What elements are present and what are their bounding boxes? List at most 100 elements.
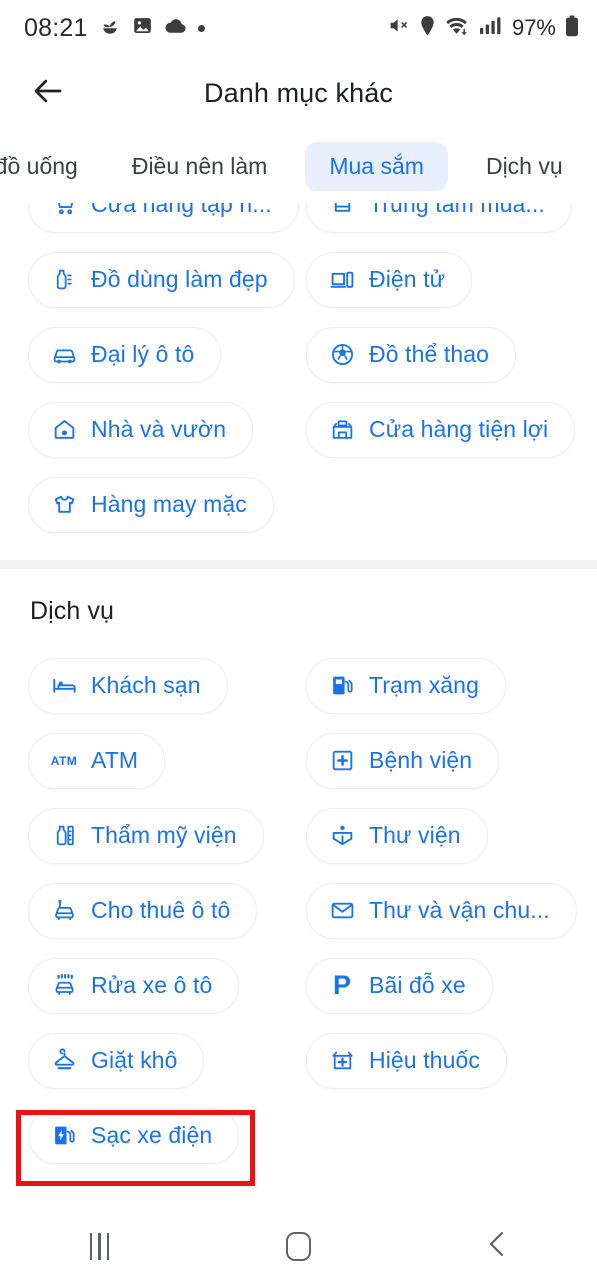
dot-icon — [197, 24, 205, 32]
chip-label: Khách sạn — [91, 672, 201, 698]
recents-icon — [89, 1233, 110, 1260]
chip-label: Thư và vận chu... — [369, 897, 550, 923]
car-dealer-icon — [51, 342, 77, 368]
chip-electronics[interactable]: Điện tử — [306, 251, 473, 308]
back-button[interactable] — [18, 64, 78, 124]
chip-label: ATM — [91, 747, 139, 773]
location-icon — [419, 15, 436, 42]
chip-mail-shipping[interactable]: Thư và vận chu... — [306, 882, 577, 939]
chip-cell: Đồ dùng làm đẹp — [0, 251, 303, 308]
hotel-bed-icon — [51, 673, 77, 699]
chip-row: Đồ dùng làm đẹp Điện tử — [0, 242, 597, 317]
home-icon — [286, 1232, 311, 1261]
chip-ev-charging[interactable]: Sạc xe điện — [28, 1107, 240, 1164]
section-services: Dịch vụ Khách sạn Trạm xăng ATM ATM Bệnh… — [0, 569, 597, 1191]
car-wash-icon — [51, 973, 77, 999]
chip-cell: Bệnh viện — [303, 732, 500, 789]
chip-atm[interactable]: ATM ATM — [28, 732, 166, 789]
parking-icon: P — [329, 972, 355, 999]
chip-row: Cửa hàng tạp n... Trung tâm mua... — [0, 203, 597, 242]
home-button[interactable] — [254, 1222, 344, 1272]
chip-row: Nhà và vườn Cửa hàng tiện lợi — [0, 392, 597, 467]
section-title-services: Dịch vụ — [30, 597, 115, 625]
chip-cell: Sạc xe điện — [0, 1107, 303, 1164]
chip-row: Rửa xe ô tô P Bãi đỗ xe — [0, 948, 597, 1023]
status-time: 08:21 — [24, 13, 88, 42]
chip-row: Cho thuê ô tô Thư và vận chu... — [0, 873, 597, 948]
tab-shopping[interactable]: Mua sắm — [305, 141, 448, 192]
mute-icon — [387, 15, 410, 41]
phone-screen: 08:21 97% Danh mục khác đồ uống Điều nên… — [0, 0, 597, 1280]
shopping-chip-grid: Cửa hàng tạp n... Trung tâm mua... Đồ dù… — [0, 203, 597, 560]
chip-label: Giặt khô — [91, 1047, 178, 1073]
chip-library[interactable]: Thư viện — [306, 807, 488, 864]
category-tab-bar[interactable]: và đồ uống Điều nên làm Mua sắm Dịch vụ — [0, 131, 597, 203]
chip-cell: Rửa xe ô tô — [0, 957, 303, 1014]
chip-hospital[interactable]: Bệnh viện — [306, 732, 500, 789]
chip-grocery-store[interactable]: Cửa hàng tạp n... — [28, 203, 299, 233]
chip-gas-station[interactable]: Trạm xăng — [306, 657, 506, 714]
chip-row: Giặt khô Hiệu thuốc — [0, 1023, 597, 1098]
chip-label: Thẩm mỹ viện — [91, 822, 237, 848]
tab-services[interactable]: Dịch vụ — [470, 143, 579, 191]
seedling-icon — [99, 15, 121, 42]
chip-car-rental[interactable]: Cho thuê ô tô — [28, 882, 258, 939]
back-arrow-icon — [31, 74, 65, 113]
chip-label: Cửa hàng tiện lợi — [369, 416, 549, 442]
chip-parking[interactable]: P Bãi đỗ xe — [306, 957, 493, 1014]
chip-beauty-supply[interactable]: Đồ dùng làm đẹp — [28, 251, 295, 308]
chip-row: Đại lý ô tô Đồ thể thao — [0, 317, 597, 392]
tab-things-to-do[interactable]: Điều nên làm — [116, 143, 284, 191]
chip-row: ATM ATM Bệnh viện — [0, 723, 597, 798]
chip-label: Hiệu thuốc — [369, 1047, 480, 1073]
pharmacy-icon — [329, 1048, 355, 1074]
cloud-icon — [164, 17, 187, 40]
status-bar-left: 08:21 — [24, 14, 205, 43]
chip-cell: Giặt khô — [0, 1032, 303, 1089]
chip-pharmacy[interactable]: Hiệu thuốc — [306, 1032, 507, 1089]
chip-label: Trạm xăng — [369, 672, 479, 698]
chip-convenience-store[interactable]: Cửa hàng tiện lợi — [306, 401, 576, 458]
chip-apparel[interactable]: Hàng may mặc — [28, 476, 274, 533]
nav-back-button[interactable] — [453, 1222, 543, 1272]
recents-button[interactable] — [55, 1222, 145, 1272]
chip-label: Cửa hàng tạp n... — [91, 203, 272, 217]
chip-label: Rửa xe ô tô — [91, 972, 213, 998]
chip-cell: Thẩm mỹ viện — [0, 807, 303, 864]
apparel-shirt-icon — [51, 492, 77, 518]
chip-label: Thư viện — [369, 822, 461, 848]
beauty-salon-icon — [51, 823, 77, 849]
chip-label: Bãi đỗ xe — [369, 972, 466, 998]
chip-label: Hàng may mặc — [91, 491, 247, 517]
chip-home-garden[interactable]: Nhà và vườn — [28, 401, 254, 458]
library-icon — [329, 823, 355, 849]
shopping-mall-icon — [329, 203, 355, 218]
chip-cell: Điện tử — [303, 251, 473, 308]
hospital-icon — [329, 748, 355, 774]
chip-shopping-mall[interactable]: Trung tâm mua... — [306, 203, 572, 233]
electronics-icon — [329, 267, 355, 293]
android-nav-bar — [0, 1213, 597, 1280]
chip-label: Sạc xe điện — [91, 1122, 213, 1148]
tab-food-drink[interactable]: và đồ uống — [0, 143, 94, 191]
chip-car-wash[interactable]: Rửa xe ô tô — [28, 957, 240, 1014]
chip-label: Trung tâm mua... — [369, 203, 545, 217]
chip-row: Hàng may mặc — [0, 467, 597, 542]
chip-hotel[interactable]: Khách sạn — [28, 657, 228, 714]
chip-row: Khách sạn Trạm xăng — [0, 648, 597, 723]
category-scroll-content[interactable]: Cửa hàng tạp n... Trung tâm mua... Đồ dù… — [0, 203, 597, 1213]
mail-icon — [329, 898, 355, 924]
chip-dry-cleaning[interactable]: Giặt khô — [28, 1032, 205, 1089]
chip-car-dealer[interactable]: Đại lý ô tô — [28, 326, 222, 383]
chip-cell: Trung tâm mua... — [303, 203, 572, 233]
chip-label: Đồ thể thao — [369, 341, 490, 367]
gas-station-icon — [329, 673, 355, 699]
chip-cell: Đồ thể thao — [303, 326, 517, 383]
chip-sporting-goods[interactable]: Đồ thể thao — [306, 326, 517, 383]
car-rental-icon — [51, 898, 77, 924]
nav-back-icon — [485, 1229, 511, 1264]
shopping-cart-icon — [51, 203, 77, 218]
chip-cell: P Bãi đỗ xe — [303, 957, 493, 1014]
chip-label: Nhà và vườn — [91, 416, 227, 442]
chip-beauty-salon[interactable]: Thẩm mỹ viện — [28, 807, 264, 864]
